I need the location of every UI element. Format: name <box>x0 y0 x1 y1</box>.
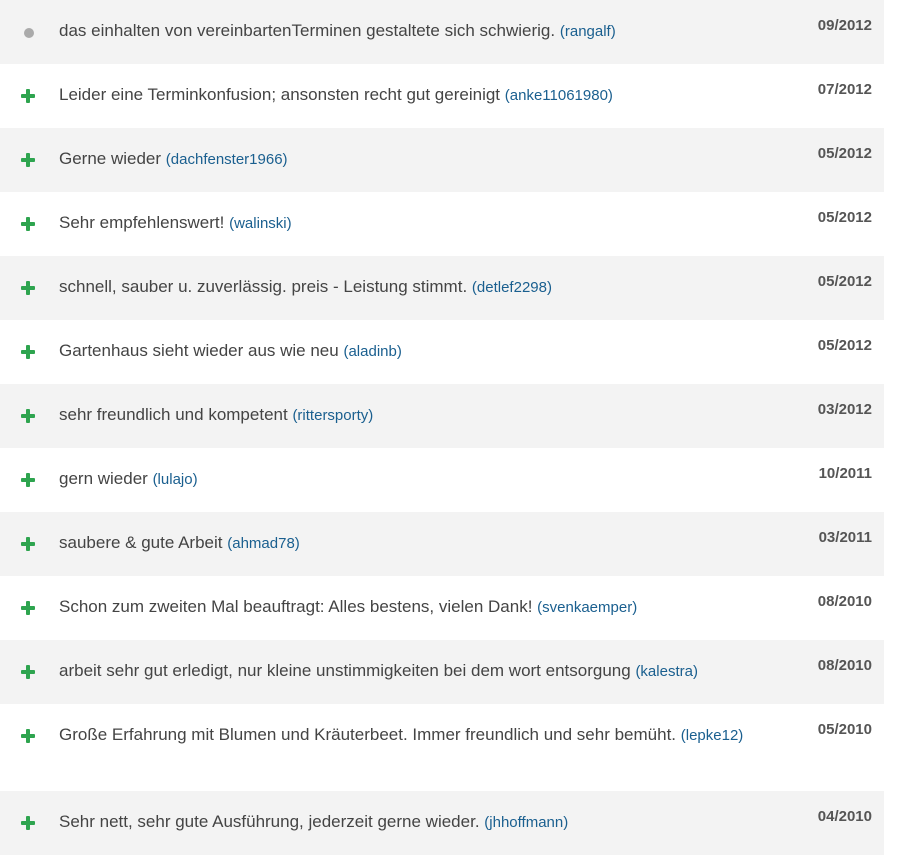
plus-icon <box>21 89 35 103</box>
review-text: Große Erfahrung mit Blumen und Kräuterbe… <box>59 722 779 748</box>
reviewer-link[interactable]: (jhhoffmann) <box>484 814 568 831</box>
review-comment: Große Erfahrung mit Blumen und Kräuterbe… <box>59 725 677 744</box>
review-list: das einhalten von vereinbartenTerminen g… <box>0 0 884 855</box>
plus-icon <box>21 729 35 743</box>
plus-icon <box>21 281 35 295</box>
plus-icon <box>21 665 35 679</box>
reviewer-link[interactable]: (aladinb) <box>343 343 401 360</box>
reviewer-link[interactable]: (rangalf) <box>560 23 616 40</box>
review-comment: Leider eine Terminkonfusion; ansonsten r… <box>59 85 501 104</box>
review-row: arbeit sehr gut erledigt, nur kleine uns… <box>0 640 884 704</box>
review-text: saubere & gute Arbeit (ahmad78) <box>59 530 779 556</box>
reviewer-link[interactable]: (svenkaemper) <box>537 599 637 616</box>
review-date: 08/2010 <box>817 593 872 610</box>
review-date: 05/2012 <box>817 273 872 290</box>
review-comment: sehr freundlich und kompetent <box>59 405 288 424</box>
review-text: gern wieder (lulajo) <box>59 466 779 492</box>
plus-icon <box>21 217 35 231</box>
review-date: 07/2012 <box>817 81 872 98</box>
review-row: das einhalten von vereinbartenTerminen g… <box>0 0 884 64</box>
review-comment: Gerne wieder <box>59 149 162 168</box>
review-row: Große Erfahrung mit Blumen und Kräuterbe… <box>0 704 884 791</box>
review-date: 05/2012 <box>817 145 872 162</box>
plus-icon <box>21 473 35 487</box>
review-comment: gern wieder <box>59 469 148 488</box>
review-date: 10/2011 <box>818 465 872 482</box>
review-text: Sehr empfehlenswert! (walinski) <box>59 210 779 236</box>
review-comment: Sehr nett, sehr gute Ausführung, jederze… <box>59 812 480 831</box>
review-row: Leider eine Terminkonfusion; ansonsten r… <box>0 64 884 128</box>
reviewer-link[interactable]: (anke11061980) <box>505 87 613 104</box>
reviewer-link[interactable]: (lulajo) <box>153 471 198 488</box>
review-date: 03/2012 <box>817 401 872 418</box>
plus-icon <box>21 345 35 359</box>
reviewer-link[interactable]: (ahmad78) <box>227 535 300 552</box>
review-text: Gerne wieder (dachfenster1966) <box>59 146 779 172</box>
review-row: gern wieder (lulajo) 10/2011 <box>0 448 884 512</box>
review-row: sehr freundlich und kompetent (ritterspo… <box>0 384 884 448</box>
review-date: 09/2012 <box>817 17 872 34</box>
plus-icon <box>21 816 35 830</box>
review-text: schnell, sauber u. zuverlässig. preis - … <box>59 274 779 300</box>
review-comment: Schon zum zweiten Mal beauftragt: Alles … <box>59 597 533 616</box>
review-text: Leider eine Terminkonfusion; ansonsten r… <box>59 82 779 108</box>
plus-icon <box>21 153 35 167</box>
review-row: Gartenhaus sieht wieder aus wie neu (ala… <box>0 320 884 384</box>
review-comment: das einhalten von vereinbartenTerminen g… <box>59 21 556 40</box>
reviewer-link[interactable]: (kalestra) <box>635 663 698 680</box>
plus-icon <box>21 409 35 423</box>
review-row: saubere & gute Arbeit (ahmad78) 03/2011 <box>0 512 884 576</box>
review-text: sehr freundlich und kompetent (ritterspo… <box>59 402 779 428</box>
review-text: Gartenhaus sieht wieder aus wie neu (ala… <box>59 338 779 364</box>
review-row: Schon zum zweiten Mal beauftragt: Alles … <box>0 576 884 640</box>
review-comment: Gartenhaus sieht wieder aus wie neu <box>59 341 339 360</box>
review-comment: Sehr empfehlenswert! <box>59 213 225 232</box>
plus-icon <box>21 537 35 551</box>
review-comment: saubere & gute Arbeit <box>59 533 223 552</box>
plus-icon <box>21 601 35 615</box>
review-date: 08/2010 <box>817 657 872 674</box>
review-date: 05/2012 <box>817 209 872 226</box>
reviewer-link[interactable]: (walinski) <box>229 215 292 232</box>
review-text: Sehr nett, sehr gute Ausführung, jederze… <box>59 809 779 835</box>
review-row: schnell, sauber u. zuverlässig. preis - … <box>0 256 884 320</box>
review-row: Sehr nett, sehr gute Ausführung, jederze… <box>0 791 884 855</box>
reviewer-link[interactable]: (detlef2298) <box>472 279 552 296</box>
review-comment: arbeit sehr gut erledigt, nur kleine uns… <box>59 661 631 680</box>
review-text: arbeit sehr gut erledigt, nur kleine uns… <box>59 658 779 684</box>
review-row: Sehr empfehlenswert! (walinski) 05/2012 <box>0 192 884 256</box>
review-comment: schnell, sauber u. zuverlässig. preis - … <box>59 277 468 296</box>
review-text: Schon zum zweiten Mal beauftragt: Alles … <box>59 594 779 620</box>
review-row: Gerne wieder (dachfenster1966) 05/2012 <box>0 128 884 192</box>
reviewer-link[interactable]: (rittersporty) <box>292 407 373 424</box>
review-text: das einhalten von vereinbartenTerminen g… <box>59 18 779 44</box>
review-date: 04/2010 <box>817 808 872 825</box>
review-date: 03/2011 <box>818 529 872 546</box>
reviewer-link[interactable]: (dachfenster1966) <box>166 151 288 168</box>
review-date: 05/2010 <box>817 721 872 738</box>
reviewer-link[interactable]: (lepke12) <box>681 727 744 744</box>
neutral-dot-icon <box>24 28 34 38</box>
review-date: 05/2012 <box>817 337 872 354</box>
